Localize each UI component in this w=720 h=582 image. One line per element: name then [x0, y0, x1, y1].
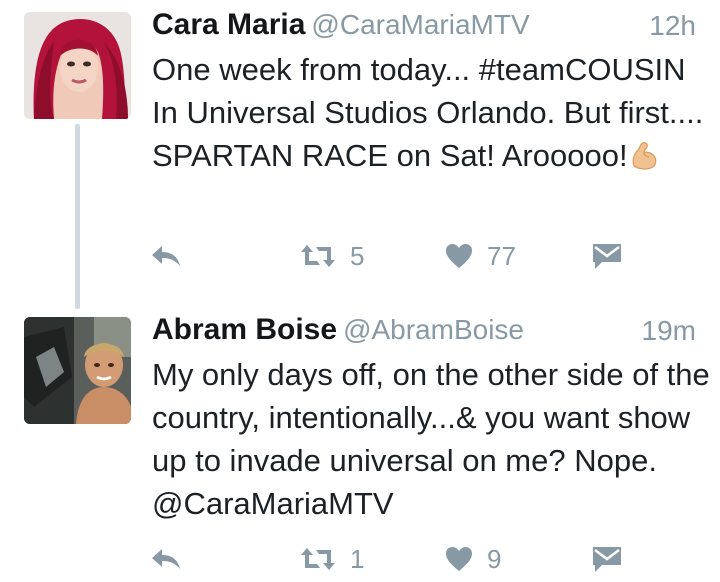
retweet-count: 5 — [350, 240, 365, 271]
direct-message-icon — [592, 242, 622, 270]
tweet-text-content: My only days off, on the other side of t… — [152, 357, 710, 521]
tweet-text: One week from today... #teamCOUSIN In Un… — [152, 48, 712, 183]
avatar[interactable] — [24, 12, 131, 119]
tweet-header: Abram Boise @AbramBoise 19m — [152, 313, 696, 353]
user-handle[interactable]: @CaraMariaMTV — [311, 9, 529, 40]
retweet-button[interactable]: 5 — [300, 238, 364, 274]
retweet-count: 1 — [350, 543, 365, 574]
like-button[interactable]: 9 — [445, 541, 501, 577]
reply-button[interactable] — [150, 238, 182, 274]
tweet[interactable]: Cara Maria @CaraMariaMTV 12h One week fro… — [0, 0, 720, 309]
reply-button[interactable] — [150, 541, 182, 577]
tweet-actions: 5 77 — [150, 238, 630, 274]
timestamp[interactable]: 12h — [649, 10, 696, 42]
display-name[interactable]: Abram Boise — [152, 313, 337, 346]
direct-message-icon — [592, 545, 622, 573]
like-count: 9 — [487, 543, 502, 574]
like-button[interactable]: 77 — [445, 238, 516, 274]
user-handle[interactable]: @AbramBoise — [343, 314, 524, 345]
flexed-biceps-icon — [628, 140, 660, 183]
display-name[interactable]: Cara Maria — [152, 8, 305, 41]
tweet-actions: 1 9 — [150, 541, 630, 577]
reply-icon — [150, 545, 182, 573]
retweet-icon — [300, 546, 336, 572]
tweet-text: My only days off, on the other side of t… — [152, 353, 712, 525]
avatar[interactable] — [24, 317, 131, 424]
tweet[interactable]: Abram Boise @AbramBoise 19m My only days … — [0, 305, 720, 582]
like-count: 77 — [487, 240, 516, 271]
tweet-text-content: One week from today... #teamCOUSIN In Un… — [152, 52, 704, 173]
heart-icon — [445, 546, 473, 572]
direct-message-button[interactable] — [592, 238, 622, 274]
thread-line — [75, 124, 80, 309]
direct-message-button[interactable] — [592, 541, 622, 577]
tweet-header: Cara Maria @CaraMariaMTV 12h — [152, 8, 696, 48]
retweet-button[interactable]: 1 — [300, 541, 364, 577]
retweet-icon — [300, 243, 336, 269]
heart-icon — [445, 243, 473, 269]
reply-icon — [150, 242, 182, 270]
timestamp[interactable]: 19m — [642, 315, 696, 347]
